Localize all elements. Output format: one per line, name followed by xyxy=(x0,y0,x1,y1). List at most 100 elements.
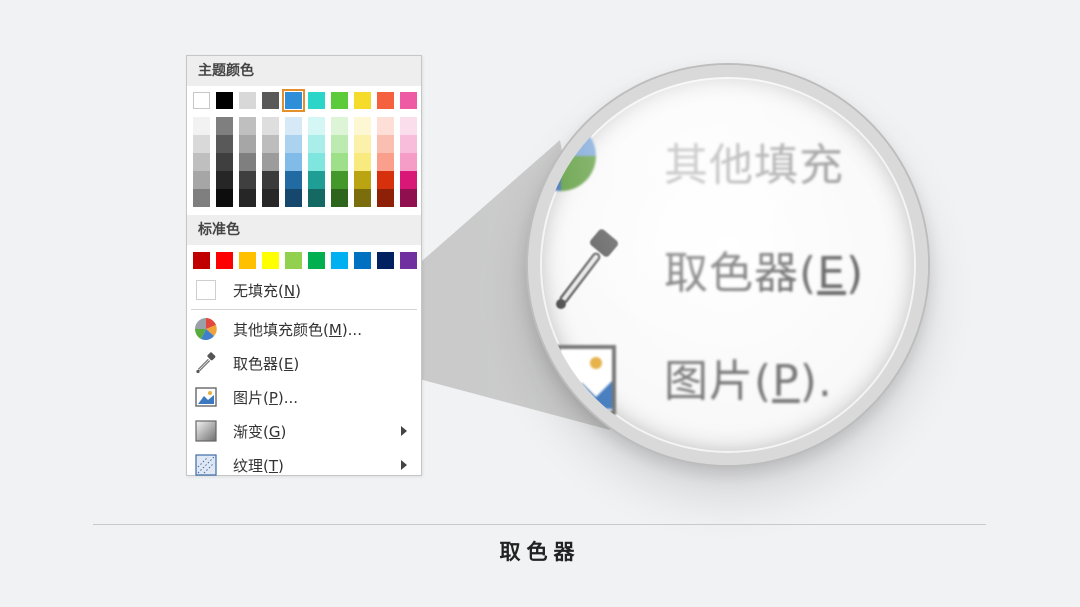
fill-color-dropdown: 主题颜色 标准色 无填充(N) 其他填充颜色(M)... 取色器(E) 图片(P)..… xyxy=(186,55,422,476)
shade-swatch[interactable] xyxy=(354,135,371,153)
shade-swatch[interactable] xyxy=(354,117,371,135)
standard-color-swatch[interactable] xyxy=(285,252,302,269)
standard-color-swatch[interactable] xyxy=(377,252,394,269)
shade-swatch[interactable] xyxy=(262,117,279,135)
shade-swatch[interactable] xyxy=(262,135,279,153)
menu-item-texture[interactable]: 纹理(T) xyxy=(187,448,421,482)
standard-color-swatch[interactable] xyxy=(193,252,210,269)
shade-swatch[interactable] xyxy=(193,189,210,207)
menu-item-picture[interactable]: 图片(P)... xyxy=(187,380,421,414)
shade-swatch[interactable] xyxy=(400,117,417,135)
shade-swatch[interactable] xyxy=(331,135,348,153)
shade-swatch[interactable] xyxy=(285,189,302,207)
shade-swatch[interactable] xyxy=(400,135,417,153)
shade-column xyxy=(216,117,233,207)
picture-icon xyxy=(195,386,217,408)
shade-swatch[interactable] xyxy=(239,135,256,153)
theme-color-swatch[interactable] xyxy=(193,92,210,109)
shade-swatch[interactable] xyxy=(331,189,348,207)
shade-swatch[interactable] xyxy=(331,117,348,135)
shade-swatch[interactable] xyxy=(400,189,417,207)
shade-swatch[interactable] xyxy=(377,153,394,171)
theme-color-swatch[interactable] xyxy=(354,92,371,109)
standard-color-swatch[interactable] xyxy=(216,252,233,269)
theme-color-swatch[interactable] xyxy=(216,92,233,109)
theme-color-swatch[interactable] xyxy=(282,89,305,112)
shade-column xyxy=(285,117,302,207)
shade-swatch[interactable] xyxy=(262,171,279,189)
shade-column xyxy=(193,117,210,207)
shade-swatch[interactable] xyxy=(331,171,348,189)
shade-swatch[interactable] xyxy=(216,189,233,207)
shade-swatch[interactable] xyxy=(193,153,210,171)
menu-item-label: 无填充(N) xyxy=(233,281,301,300)
shade-swatch[interactable] xyxy=(239,189,256,207)
magnified-picture-label: 图片(P). xyxy=(664,356,833,407)
theme-color-swatch[interactable] xyxy=(331,92,348,109)
shade-swatch[interactable] xyxy=(216,117,233,135)
menu-item-label: 其他填充颜色(M)... xyxy=(233,320,362,339)
standard-color-swatch[interactable] xyxy=(239,252,256,269)
shade-swatch[interactable] xyxy=(400,153,417,171)
shade-swatch[interactable] xyxy=(377,189,394,207)
shade-swatch[interactable] xyxy=(285,171,302,189)
menu-item-gradient[interactable]: 渐变(G) xyxy=(187,414,421,448)
standard-color-swatch[interactable] xyxy=(354,252,371,269)
shade-swatch[interactable] xyxy=(239,117,256,135)
shade-swatch[interactable] xyxy=(216,153,233,171)
shade-swatch[interactable] xyxy=(377,117,394,135)
shade-swatch[interactable] xyxy=(308,117,325,135)
shade-swatch[interactable] xyxy=(216,135,233,153)
gradient-icon xyxy=(195,420,217,442)
magnified-eyedropper-label: 取色器(E) xyxy=(664,248,865,299)
shade-swatch[interactable] xyxy=(262,189,279,207)
color-wheel-icon xyxy=(195,318,217,340)
shade-swatch[interactable] xyxy=(239,171,256,189)
shade-swatch[interactable] xyxy=(308,189,325,207)
shade-swatch[interactable] xyxy=(354,171,371,189)
shade-swatch[interactable] xyxy=(285,117,302,135)
no-fill-icon xyxy=(195,279,217,301)
shade-swatch[interactable] xyxy=(193,135,210,153)
fill-menu: 无填充(N) 其他填充颜色(M)... 取色器(E) 图片(P)... 渐变(G) 纹理(… xyxy=(187,273,421,482)
theme-colors-heading: 主题颜色 xyxy=(187,56,421,86)
shade-swatch[interactable] xyxy=(193,117,210,135)
shade-column xyxy=(400,117,417,207)
shade-swatch[interactable] xyxy=(331,153,348,171)
theme-color-swatch[interactable] xyxy=(400,92,417,109)
shade-swatch[interactable] xyxy=(377,171,394,189)
theme-shade-grid xyxy=(187,117,421,207)
shade-swatch[interactable] xyxy=(285,153,302,171)
menu-item-label: 图片(P)... xyxy=(233,388,299,407)
menu-item-nofill[interactable]: 无填充(N) xyxy=(187,273,421,307)
shade-swatch[interactable] xyxy=(400,171,417,189)
shade-swatch[interactable] xyxy=(308,135,325,153)
shade-swatch[interactable] xyxy=(308,171,325,189)
menu-item-more[interactable]: 其他填充颜色(M)... xyxy=(187,312,421,346)
magnifier-lens: 其他填充 取色器(E) 图片(P). xyxy=(528,65,928,465)
magnified-more-colors-label: 其他填充 xyxy=(664,140,844,191)
shade-swatch[interactable] xyxy=(193,171,210,189)
shade-column xyxy=(331,117,348,207)
theme-color-swatch[interactable] xyxy=(262,92,279,109)
menu-item-eyedropper[interactable]: 取色器(E) xyxy=(187,346,421,380)
shade-swatch[interactable] xyxy=(262,153,279,171)
theme-color-row xyxy=(187,89,421,112)
theme-color-swatch[interactable] xyxy=(308,92,325,109)
theme-color-swatch[interactable] xyxy=(239,92,256,109)
eyedropper-icon xyxy=(195,352,217,374)
standard-color-swatch[interactable] xyxy=(400,252,417,269)
submenu-arrow-icon xyxy=(401,426,407,436)
shade-swatch[interactable] xyxy=(308,153,325,171)
shade-swatch[interactable] xyxy=(377,135,394,153)
shade-swatch[interactable] xyxy=(354,189,371,207)
shade-swatch[interactable] xyxy=(285,135,302,153)
shade-swatch[interactable] xyxy=(216,171,233,189)
theme-color-swatch[interactable] xyxy=(377,92,394,109)
standard-color-swatch[interactable] xyxy=(262,252,279,269)
standard-color-swatch[interactable] xyxy=(331,252,348,269)
standard-color-swatch[interactable] xyxy=(308,252,325,269)
submenu-arrow-icon xyxy=(401,460,407,470)
shade-swatch[interactable] xyxy=(354,153,371,171)
shade-swatch[interactable] xyxy=(239,153,256,171)
